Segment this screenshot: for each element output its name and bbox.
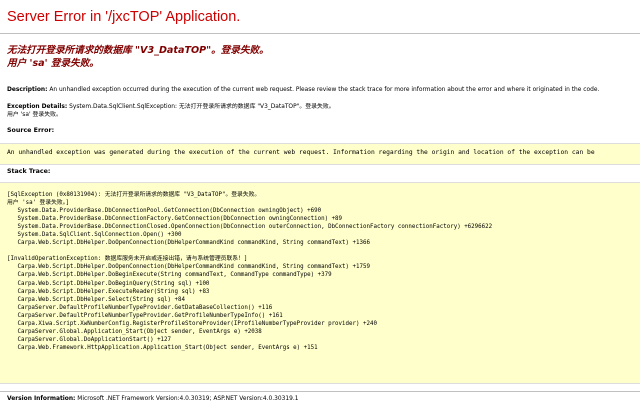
- stack-trace-line: Carpa.Web.Script.DbHelper.DoOpenConnecti…: [7, 264, 370, 271]
- exception-details-label: Exception Details:: [7, 104, 68, 110]
- stack-trace-line: System.Data.ProviderBase.DbConnectionClo…: [7, 224, 493, 231]
- stack-trace-line: Carpa.Web.Framework.HttpApplication.Appl…: [7, 344, 318, 351]
- stack-trace-line: 用户 'sa' 登录失败。]: [7, 200, 70, 207]
- source-error-text: An unhandled exception was generated dur…: [7, 149, 595, 156]
- stack-trace-box: [SqlException (0x80131904): 无法打开登录所请求的数据…: [0, 182, 640, 384]
- description-text: An unhandled exception occurred during t…: [47, 87, 600, 93]
- stack-trace-line: System.Data.ProviderBase.DbConnectionPoo…: [7, 208, 322, 215]
- stack-trace-line: System.Data.ProviderBase.DbConnectionFac…: [7, 216, 343, 223]
- source-error-box: An unhandled exception was generated dur…: [0, 143, 640, 165]
- version-label: Version Information:: [7, 396, 76, 402]
- version-information: Version Information: Microsoft .NET Fram…: [7, 396, 299, 402]
- exception-details-text: System.Data.SqlClient.SqlException: 无法打开…: [67, 104, 335, 110]
- error-message-line1: 无法打开登录所请求的数据库 "V3_DataTOP"。登录失败。: [7, 45, 269, 56]
- stack-trace-line: CarpaServer.DefaultProfileNumberTypeProv…: [7, 304, 273, 311]
- divider: [0, 33, 640, 34]
- stack-trace-line: CarpaServer.DefaultProfileNumberTypeProv…: [7, 312, 283, 319]
- stack-trace-line: [7, 247, 640, 255]
- stack-trace-line: Carpa.Web.Script.DbHelper.Select(String …: [7, 296, 185, 303]
- description: Description: An unhandled exception occu…: [7, 86, 599, 94]
- page-title: Server Error in '/jxcTOP' Application.: [7, 9, 241, 25]
- stack-trace-line: Carpa.Xiwa.Script.XwNumberConfig.Registe…: [7, 320, 377, 327]
- stack-trace-text: [SqlException (0x80131904): 无法打开登录所请求的数据…: [0, 183, 640, 352]
- stack-trace-line: Carpa.Web.Script.DbHelper.ExecuteReader(…: [7, 288, 210, 295]
- divider: [0, 391, 640, 392]
- description-label: Description:: [7, 87, 48, 93]
- stack-trace-line: CarpaServer.Global.DoApplicationStart() …: [7, 336, 172, 343]
- source-error-heading: Source Error:: [7, 127, 55, 134]
- stack-trace-heading: Stack Trace:: [7, 168, 51, 175]
- stack-trace-line: CarpaServer.Global.Application_Start(Obj…: [7, 328, 262, 335]
- stack-trace-line: Carpa.Web.Script.DbHelper.DoBeginExecute…: [7, 272, 332, 279]
- error-message-line2: 用户 'sa' 登录失败。: [7, 58, 99, 69]
- stack-trace-line: Carpa.Web.Script.DbHelper.DoOpenConnecti…: [7, 240, 370, 247]
- exception-details: Exception Details: System.Data.SqlClient…: [7, 103, 335, 119]
- stack-trace-line: [SqlException (0x80131904): 无法打开登录所请求的数据…: [7, 192, 261, 198]
- version-text: Microsoft .NET Framework Version:4.0.303…: [75, 396, 299, 402]
- exception-details-line2: 用户 'sa' 登录失败。: [7, 112, 62, 118]
- stack-trace-line: [InvalidOperationException: 数据库服务未开启或连接出…: [7, 256, 248, 263]
- error-message: 无法打开登录所请求的数据库 "V3_DataTOP"。登录失败。 用户 'sa'…: [7, 44, 627, 70]
- stack-trace-line: Carpa.Web.Script.DbHelper.DoBeginQuery(S…: [7, 280, 210, 287]
- stack-trace-line: System.Data.SqlClient.SqlConnection.Open…: [7, 232, 182, 239]
